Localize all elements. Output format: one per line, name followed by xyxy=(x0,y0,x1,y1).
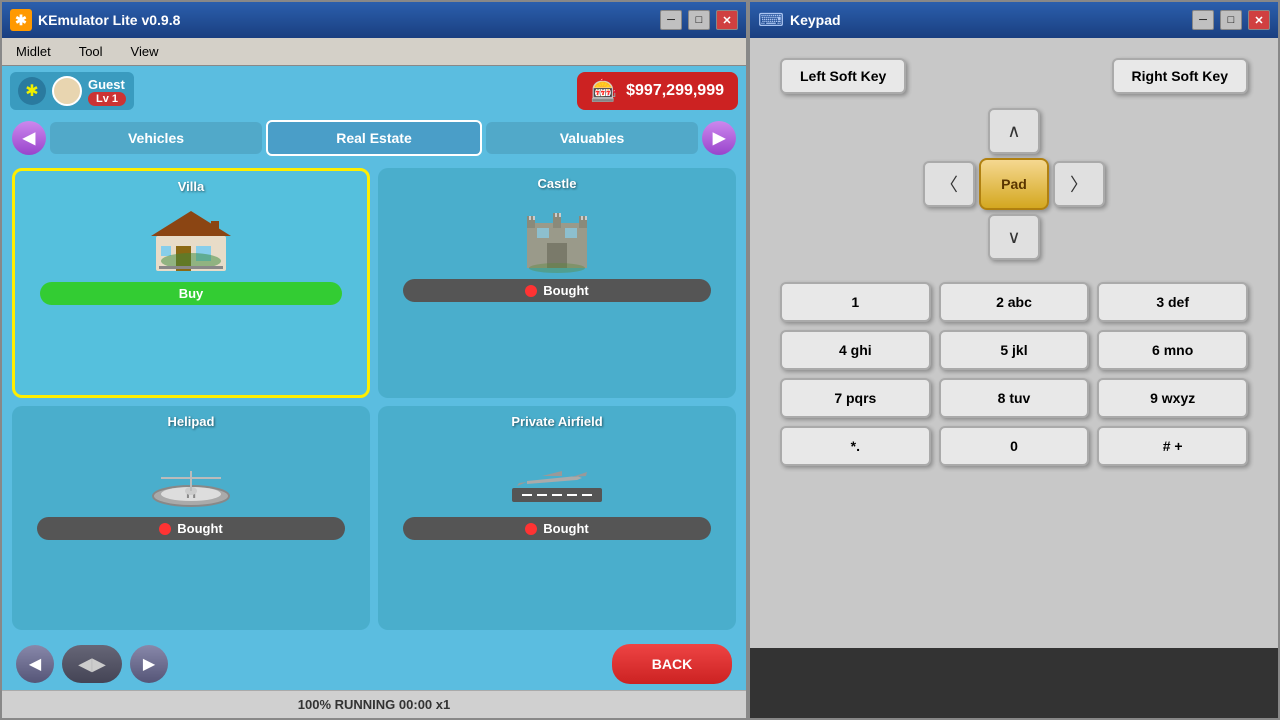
items-grid: Villa Buy xyxy=(2,160,746,638)
game-area: ✱ Guest Lv 1 🎰 $997,299,999 ◀ Vehicles R… xyxy=(2,66,746,690)
chip-icon: 🎰 xyxy=(591,78,618,104)
tab-real-estate[interactable]: Real Estate xyxy=(266,120,482,156)
item-card-castle[interactable]: Castle xyxy=(378,168,736,398)
item-name-helipad: Helipad xyxy=(168,414,215,429)
nav-left-button[interactable]: ◀ xyxy=(16,645,54,683)
emulator-menubar: Midlet Tool View xyxy=(2,38,746,66)
dpad-right-button[interactable]: 〉 xyxy=(1053,161,1105,207)
dpad-middle-row: 〈 Pad 〉 xyxy=(923,158,1105,210)
star-badge: ✱ xyxy=(18,77,46,105)
item-card-airfield[interactable]: Private Airfield xyxy=(378,406,736,630)
game-topbar: ✱ Guest Lv 1 🎰 $997,299,999 xyxy=(2,66,746,116)
bought-dot-airfield xyxy=(525,523,537,535)
num-btn-8[interactable]: 8 tuv xyxy=(939,378,1090,418)
player-info: ✱ Guest Lv 1 xyxy=(10,72,134,110)
keypad-title: Keypad xyxy=(790,12,1186,28)
nav-right-button[interactable]: ▶ xyxy=(130,645,168,683)
num-btn-3[interactable]: 3 def xyxy=(1097,282,1248,322)
num-btn-7[interactable]: 7 pqrs xyxy=(780,378,931,418)
player-name: Guest xyxy=(88,77,126,92)
bought-text-helipad: Bought xyxy=(177,521,222,536)
item-name-villa: Villa xyxy=(178,179,205,194)
currency-display: 🎰 $997,299,999 xyxy=(577,72,738,110)
item-image-helipad: H xyxy=(141,433,241,513)
keypad-maximize-button[interactable]: □ xyxy=(1220,10,1242,30)
bought-badge-airfield: Bought xyxy=(403,517,711,540)
player-name-level: Guest Lv 1 xyxy=(88,77,126,106)
currency-amount: $997,299,999 xyxy=(626,82,724,100)
item-name-airfield: Private Airfield xyxy=(511,414,602,429)
emulator-icon: ✱ xyxy=(10,9,32,31)
bought-badge-helipad: Bought xyxy=(37,517,345,540)
tab-prev-button[interactable]: ◀ xyxy=(12,121,46,155)
left-soft-key[interactable]: Left Soft Key xyxy=(780,58,906,94)
num-btn-star[interactable]: *. xyxy=(780,426,931,466)
tab-bar: ◀ Vehicles Real Estate Valuables ▶ xyxy=(2,116,746,160)
tab-next-button[interactable]: ▶ xyxy=(702,121,736,155)
dpad-up-row: ∧ xyxy=(988,108,1040,154)
item-card-helipad[interactable]: Helipad H Bought xyxy=(12,406,370,630)
player-level: Lv 1 xyxy=(88,92,126,106)
keypad-window: ⌨ Keypad ─ □ ✕ Left Soft Key Right Soft … xyxy=(748,0,1280,720)
num-btn-4[interactable]: 4 ghi xyxy=(780,330,931,370)
num-btn-hash[interactable]: # + xyxy=(1097,426,1248,466)
numpad: 1 2 abc 3 def 4 ghi 5 jkl 6 mno 7 pqrs 8… xyxy=(780,282,1248,466)
right-soft-key[interactable]: Right Soft Key xyxy=(1112,58,1248,94)
dpad-center-button[interactable]: Pad xyxy=(979,158,1049,210)
bought-dot-helipad xyxy=(159,523,171,535)
keypad-minimize-button[interactable]: ─ xyxy=(1192,10,1214,30)
soft-keys-row: Left Soft Key Right Soft Key xyxy=(780,58,1248,94)
bought-badge-castle: Bought xyxy=(403,279,711,302)
num-btn-0[interactable]: 0 xyxy=(939,426,1090,466)
menu-midlet[interactable]: Midlet xyxy=(10,42,57,61)
player-avatar xyxy=(52,76,82,106)
bottom-controls: ◀ ◀▶ ▶ BACK xyxy=(2,638,746,690)
item-image-airfield xyxy=(507,433,607,513)
num-btn-1[interactable]: 1 xyxy=(780,282,931,322)
dpad-area: ∧ 〈 Pad 〉 ∨ xyxy=(780,108,1248,260)
num-btn-6[interactable]: 6 mno xyxy=(1097,330,1248,370)
bought-dot-castle xyxy=(525,285,537,297)
num-btn-2[interactable]: 2 abc xyxy=(939,282,1090,322)
dpad-left-button[interactable]: 〈 xyxy=(923,161,975,207)
keypad-titlebar: ⌨ Keypad ─ □ ✕ xyxy=(750,2,1278,38)
minimize-button[interactable]: ─ xyxy=(660,10,682,30)
emulator-title: KEmulator Lite v0.9.8 xyxy=(38,12,654,28)
num-btn-5[interactable]: 5 jkl xyxy=(939,330,1090,370)
menu-view[interactable]: View xyxy=(125,42,165,61)
keypad-bottom-bar xyxy=(750,648,1278,718)
keypad-close-button[interactable]: ✕ xyxy=(1248,10,1270,30)
maximize-button[interactable]: □ xyxy=(688,10,710,30)
tab-valuables[interactable]: Valuables xyxy=(486,122,698,154)
keypad-body: Left Soft Key Right Soft Key ∧ 〈 Pad 〉 ∨… xyxy=(750,38,1278,648)
nav-center-button[interactable]: ◀▶ xyxy=(62,645,122,683)
close-button[interactable]: ✕ xyxy=(716,10,738,30)
back-button[interactable]: BACK xyxy=(612,644,732,684)
dpad-down-button[interactable]: ∨ xyxy=(988,214,1040,260)
item-image-castle xyxy=(507,195,607,275)
status-bar: 100% RUNNING 00:00 x1 xyxy=(2,690,746,718)
bought-text-castle: Bought xyxy=(543,283,588,298)
menu-tool[interactable]: Tool xyxy=(73,42,109,61)
item-name-castle: Castle xyxy=(537,176,576,191)
item-image-villa xyxy=(141,198,241,278)
bought-text-airfield: Bought xyxy=(543,521,588,536)
item-card-villa[interactable]: Villa Buy xyxy=(12,168,370,398)
num-btn-9[interactable]: 9 wxyz xyxy=(1097,378,1248,418)
emulator-window: ✱ KEmulator Lite v0.9.8 ─ □ ✕ Midlet Too… xyxy=(0,0,748,720)
tab-vehicles[interactable]: Vehicles xyxy=(50,122,262,154)
dpad-up-button[interactable]: ∧ xyxy=(988,108,1040,154)
dpad-down-row: ∨ xyxy=(988,214,1040,260)
buy-villa-button[interactable]: Buy xyxy=(40,282,342,305)
keypad-icon: ⌨ xyxy=(758,10,784,31)
emulator-titlebar: ✱ KEmulator Lite v0.9.8 ─ □ ✕ xyxy=(2,2,746,38)
status-text: 100% RUNNING 00:00 x1 xyxy=(298,697,450,712)
